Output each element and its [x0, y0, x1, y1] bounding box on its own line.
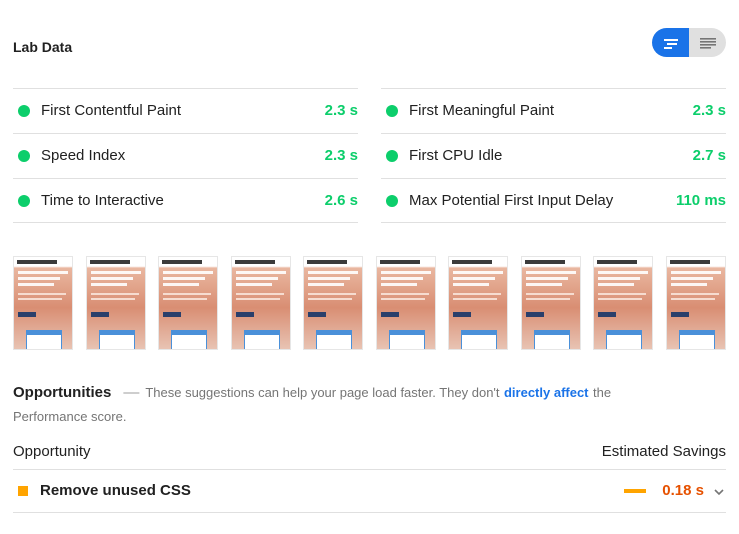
metric-label: Max Potential First Input Delay	[409, 192, 614, 209]
opportunity-remove-unused-css[interactable]: Remove unused CSS 0.18 s	[13, 470, 726, 513]
pass-indicator-icon	[386, 105, 398, 117]
opportunities-intro: Opportunities — These suggestions can help…	[13, 381, 653, 429]
metrics-left-column: First Contentful Paint 2.3 s Speed Index…	[13, 88, 358, 223]
opportunities-title: Opportunities	[13, 384, 112, 401]
metric-label: Speed Index	[41, 147, 126, 164]
view-toggle	[652, 28, 726, 57]
metric-label: First Contentful Paint	[41, 102, 182, 119]
filmstrip-frame	[231, 256, 291, 350]
opportunity-label: Remove unused CSS	[40, 482, 191, 499]
opportunities-description: These suggestions can help your page loa…	[145, 385, 500, 400]
filmstrip-frame	[376, 256, 436, 350]
metric-value: 2.3 s	[324, 102, 358, 119]
metrics-right-column: First Meaningful Paint 2.3 s First CPU I…	[381, 88, 726, 223]
metric-value: 110 ms	[675, 192, 726, 209]
column-opportunity: Opportunity	[13, 443, 91, 460]
filmstrip-frame	[86, 256, 146, 350]
filmstrip-frame	[666, 256, 726, 350]
metric-label: Time to Interactive	[41, 192, 164, 209]
metric-time-to-interactive: Time to Interactive 2.6 s	[13, 178, 358, 223]
metric-first-meaningful-paint: First Meaningful Paint 2.3 s	[381, 88, 726, 133]
metric-first-cpu-idle: First CPU Idle 2.7 s	[381, 133, 726, 178]
metric-first-contentful-paint: First Contentful Paint 2.3 s	[13, 88, 358, 133]
lab-data-header: Lab Data	[13, 28, 726, 68]
filmstrip-frame	[303, 256, 363, 350]
opportunities-table-header: Opportunity Estimated Savings	[13, 443, 726, 470]
chevron-down-icon[interactable]	[712, 485, 726, 499]
metric-value: 2.6 s	[324, 192, 358, 209]
lab-data-title: Lab Data	[13, 39, 73, 55]
average-indicator-icon	[18, 486, 28, 496]
metric-label: First Meaningful Paint	[409, 102, 555, 119]
metric-value: 2.3 s	[324, 147, 358, 164]
metric-value: 2.3 s	[692, 102, 726, 119]
filmstrip	[13, 256, 726, 350]
metric-value: 2.7 s	[692, 147, 726, 164]
savings-value: 0.18 s	[662, 482, 704, 499]
pass-indicator-icon	[18, 150, 30, 162]
metric-label: First CPU Idle	[409, 147, 503, 164]
filmstrip-frame	[593, 256, 653, 350]
directly-affect-link[interactable]: directly affect	[504, 385, 589, 400]
column-estimated-savings: Estimated Savings	[601, 443, 726, 460]
savings-bar	[624, 489, 646, 493]
pass-indicator-icon	[386, 195, 398, 207]
filmstrip-frame	[158, 256, 218, 350]
pass-indicator-icon	[386, 150, 398, 162]
metric-speed-index: Speed Index 2.3 s	[13, 133, 358, 178]
opportunities-dash: —	[123, 384, 140, 401]
metric-max-potential-fid: Max Potential First Input Delay 110 ms	[381, 178, 726, 223]
filmstrip-frame	[521, 256, 581, 350]
bar-chart-icon	[663, 38, 678, 49]
pass-indicator-icon	[18, 105, 30, 117]
filmstrip-frame	[13, 256, 73, 350]
pass-indicator-icon	[18, 195, 30, 207]
bar-chart-view-button[interactable]	[652, 28, 689, 57]
filmstrip-frame	[448, 256, 508, 350]
list-icon	[699, 37, 716, 49]
list-view-button[interactable]	[689, 28, 726, 57]
